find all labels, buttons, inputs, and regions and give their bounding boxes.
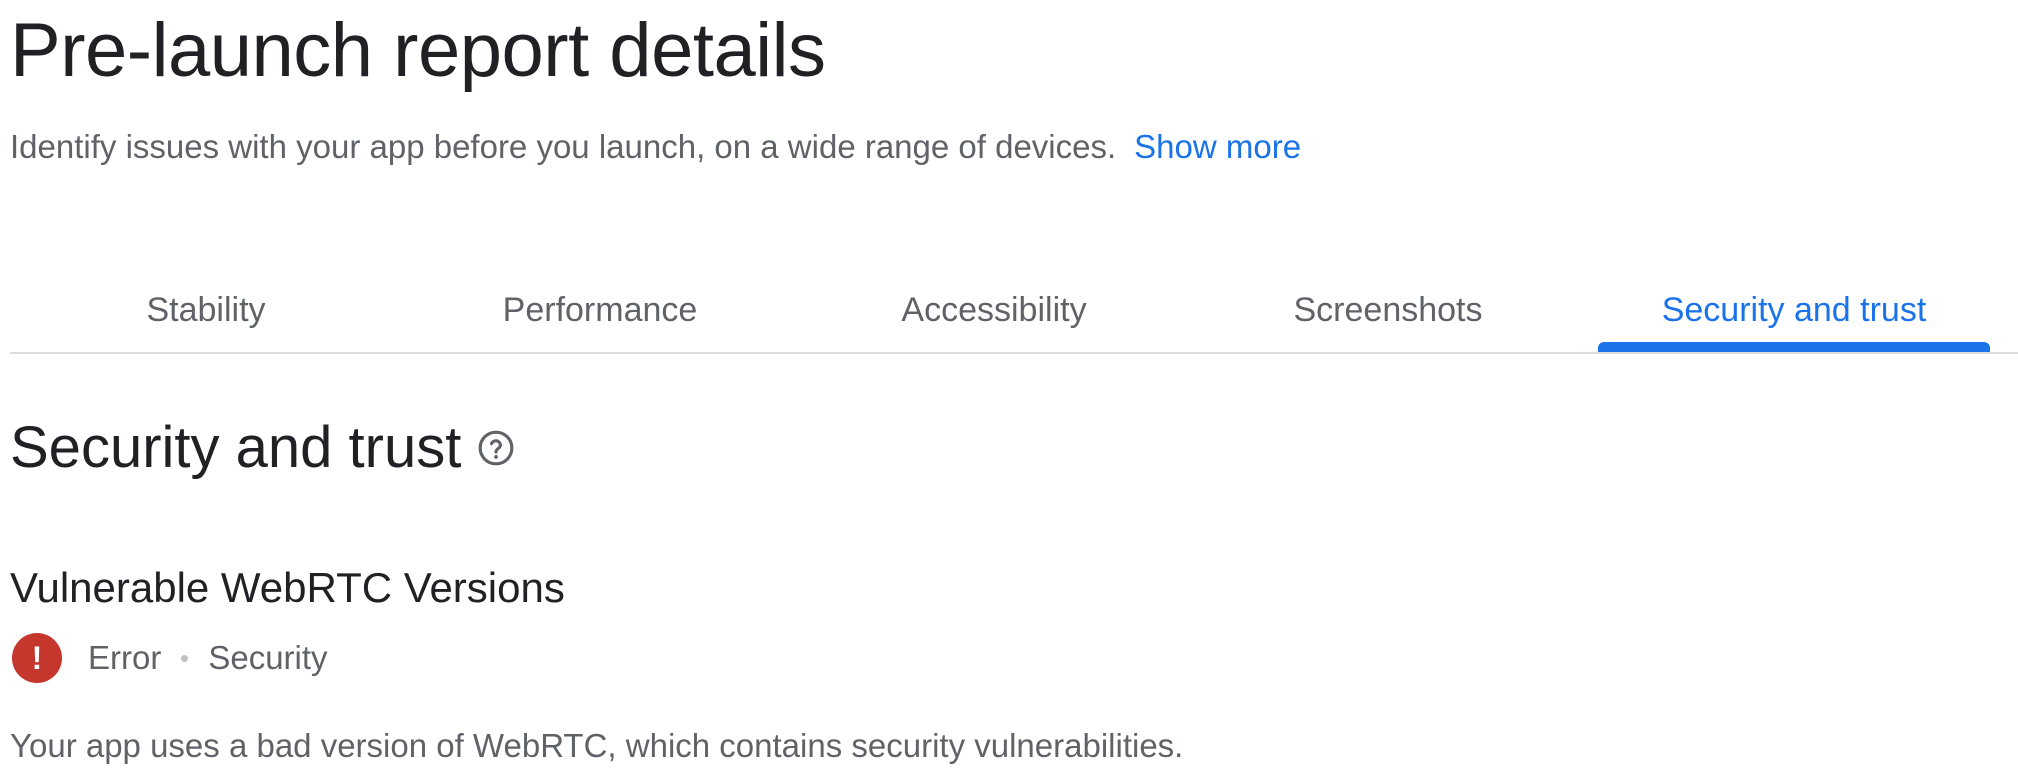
tab-security-and-trust[interactable]: Security and trust <box>1598 268 1990 352</box>
issue-description: Your app uses a bad version of WebRTC, w… <box>10 727 1184 764</box>
page-subtitle-row: Identify issues with your app before you… <box>10 124 1301 170</box>
page-title: Pre-launch report details <box>10 8 826 93</box>
error-icon: ! <box>12 633 62 683</box>
section-heading: Security and trust <box>10 410 515 486</box>
issue-meta: ! Error Security <box>12 632 328 684</box>
tab-accessibility[interactable]: Accessibility <box>798 268 1190 352</box>
help-circle-icon[interactable] <box>477 429 515 467</box>
tab-stability[interactable]: Stability <box>10 268 402 352</box>
report-tabs: Stability Performance Accessibility Scre… <box>10 268 2018 354</box>
separator-dot <box>181 654 189 662</box>
active-tab-indicator <box>1598 342 1990 352</box>
tab-screenshots[interactable]: Screenshots <box>1192 268 1584 352</box>
section-title: Security and trust <box>10 415 462 480</box>
tab-performance[interactable]: Performance <box>404 268 796 352</box>
issue-severity: Error <box>88 639 162 676</box>
show-more-link[interactable]: Show more <box>1134 128 1301 165</box>
issue-category: Security <box>208 639 328 676</box>
page-subtitle: Identify issues with your app before you… <box>10 128 1117 165</box>
issue-title[interactable]: Vulnerable WebRTC Versions <box>10 560 565 616</box>
